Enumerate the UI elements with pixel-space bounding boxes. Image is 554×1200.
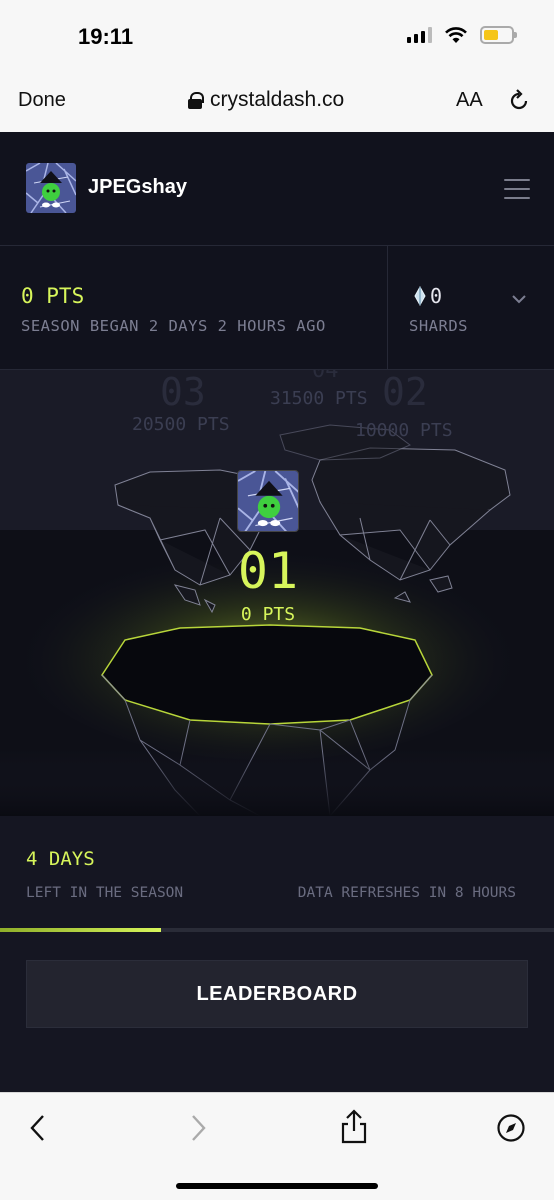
stats-panel: 0 PTS SEASON BEGAN 2 DAYS 2 HOURS AGO 0 … — [0, 246, 554, 370]
rank-04: 04 — [312, 370, 339, 383]
rank-01: 01 — [237, 542, 299, 600]
rank-03: 03 — [160, 370, 206, 414]
user-points: 0 PTS — [21, 284, 85, 308]
forward-icon[interactable] — [188, 1113, 208, 1143]
username[interactable]: JPEGshay — [88, 176, 187, 199]
points-04: 31500 PTS — [270, 388, 368, 409]
status-icons — [407, 26, 517, 44]
lock-icon — [188, 92, 204, 109]
season-progress-bar — [0, 928, 554, 932]
app-content: JPEGshay 0 PTS SEASON BEGAN 2 DAYS 2 HOU… — [0, 132, 554, 1092]
podium-avatar[interactable] — [237, 470, 299, 532]
left-in-season-label: LEFT IN THE SEASON — [26, 885, 184, 901]
shards-value: 0 — [414, 284, 442, 308]
data-refresh-label: DATA REFRESHES IN 8 HOURS — [297, 885, 516, 901]
stats-divider — [387, 246, 388, 370]
url-text: crystaldash.co — [210, 88, 345, 111]
battery-icon — [480, 26, 517, 44]
reload-icon[interactable] — [506, 88, 532, 114]
browser-address-bar: Done crystaldash.co AA — [0, 70, 554, 132]
compass-icon[interactable] — [496, 1113, 526, 1143]
share-icon[interactable] — [340, 1109, 368, 1145]
avatar[interactable] — [26, 163, 76, 213]
season-progress-fill — [0, 928, 161, 932]
done-button[interactable]: Done — [18, 89, 66, 112]
days-left: 4 DAYS — [26, 848, 95, 870]
app-header: JPEGshay — [0, 132, 554, 246]
points-03: 20500 PTS — [132, 414, 230, 435]
podium-scene: 03 20500 PTS 04 31500 PTS 02 10000 PTS 0… — [0, 370, 554, 816]
status-bar: 19:11 — [0, 0, 554, 70]
shards-label: SHARDS — [409, 317, 468, 335]
season-info: 4 DAYS LEFT IN THE SEASON DATA REFRESHES… — [0, 816, 554, 1092]
text-size-label: AA — [456, 89, 483, 111]
points-02: 10000 PTS — [355, 420, 453, 441]
points-01: 0 PTS — [240, 604, 296, 625]
status-time: 19:11 — [78, 24, 134, 49]
signal-icon — [407, 27, 432, 43]
url-field[interactable]: crystaldash.co — [188, 88, 344, 112]
season-began: SEASON BEGAN 2 DAYS 2 HOURS AGO — [21, 317, 326, 335]
chevron-down-icon[interactable] — [511, 294, 527, 304]
back-icon[interactable] — [28, 1113, 48, 1143]
home-indicator — [176, 1183, 378, 1189]
shards-count: 0 — [430, 284, 443, 308]
wifi-icon — [445, 27, 467, 43]
leaderboard-button[interactable]: LEADERBOARD — [26, 960, 528, 1028]
diamond-icon — [414, 286, 426, 306]
hamburger-menu-icon[interactable] — [504, 179, 530, 199]
text-size-button[interactable]: AA — [456, 89, 483, 112]
rank-02: 02 — [382, 370, 428, 414]
